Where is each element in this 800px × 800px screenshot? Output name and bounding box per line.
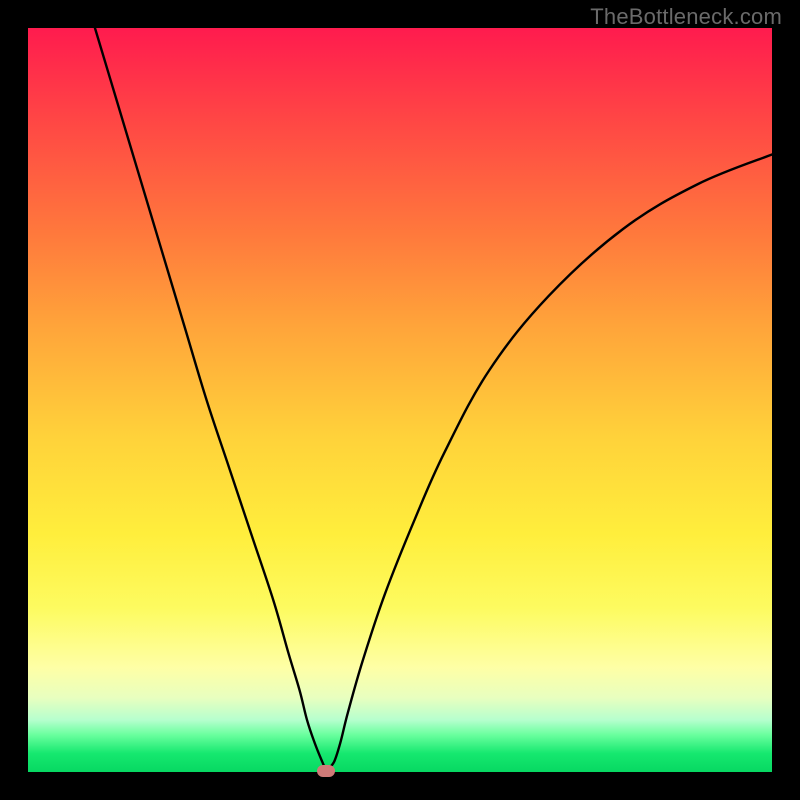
min-marker [317,765,335,777]
plot-area [28,28,772,772]
watermark-text: TheBottleneck.com [590,4,782,30]
bottleneck-curve [28,28,772,772]
